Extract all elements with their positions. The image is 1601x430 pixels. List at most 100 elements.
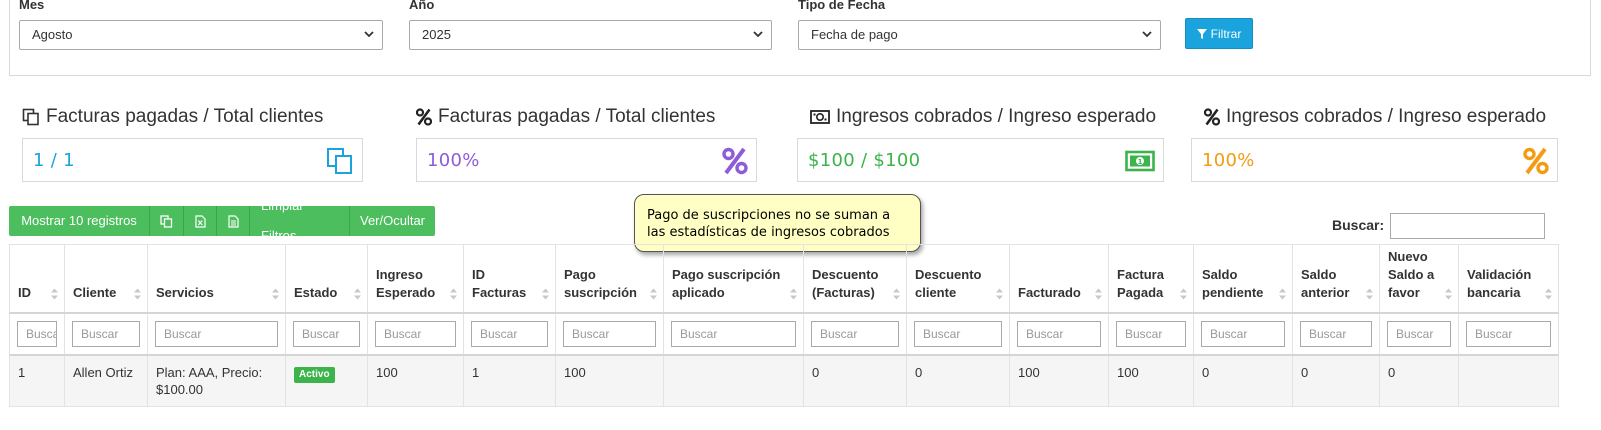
stat-box-paid-invoices: 1 / 1	[22, 138, 363, 182]
column-header[interactable]: Descuento cliente	[906, 244, 1010, 314]
column-search-input[interactable]: Buscar	[17, 320, 57, 347]
column-header-label: Validación	[1467, 266, 1532, 282]
column-filter-cell: Buscar	[1108, 312, 1194, 356]
cell-facturado: 100	[1009, 354, 1109, 407]
percent-icon	[416, 108, 432, 126]
export-excel-button[interactable]	[184, 206, 217, 236]
column-header-label: Descuento	[915, 266, 982, 282]
column-search-input[interactable]: Buscar	[1017, 320, 1101, 347]
column-header[interactable]: Facturado	[1009, 244, 1109, 314]
sort-icon	[1545, 288, 1552, 299]
toggle-columns-button[interactable]: Ver/Ocultar	[350, 206, 435, 236]
copy-icon	[327, 148, 352, 174]
column-filter-cell: Buscar	[147, 312, 286, 356]
cell-validacion-bancaria	[1458, 354, 1559, 407]
cell-estado: Activo	[285, 354, 368, 407]
column-header[interactable]: Ingreso Esperado	[367, 244, 464, 314]
cell-ingreso-esperado: 100	[367, 354, 464, 407]
column-header-label: Facturado	[1018, 284, 1081, 300]
cell-saldo-pendiente: 0	[1193, 354, 1293, 407]
year-label: Año	[409, 0, 435, 12]
column-header[interactable]: Saldo pendiente	[1193, 244, 1293, 314]
column-header-label: bancaria	[1467, 284, 1521, 300]
sort-icon	[134, 288, 141, 299]
table-toolbar: Mostrar 10 registros Limpiar Filtros Ver…	[9, 206, 435, 236]
clear-filters-button[interactable]: Limpiar Filtros	[250, 206, 350, 236]
column-search-input[interactable]: Buscar	[914, 320, 1002, 347]
column-search-input[interactable]: Buscar	[72, 320, 140, 347]
export-csv-button[interactable]	[217, 206, 250, 236]
column-header-label: (Facturas)	[812, 284, 875, 300]
month-select[interactable]: Agosto	[19, 20, 383, 50]
date-type-select[interactable]: Fecha de pago	[798, 20, 1161, 50]
column-search-input[interactable]: Buscar	[375, 320, 456, 347]
copy-button[interactable]	[150, 206, 184, 236]
column-search-input[interactable]: Buscar	[811, 320, 899, 347]
column-filter-cell: Buscar	[663, 312, 804, 356]
column-header[interactable]: Factura Pagada	[1108, 244, 1194, 314]
column-header[interactable]: Cliente	[64, 244, 148, 314]
column-header[interactable]: Pago suscripción aplicado	[663, 244, 804, 314]
money-icon	[810, 110, 830, 124]
sort-icon	[450, 288, 457, 299]
chevron-down-icon	[364, 31, 374, 38]
column-filter-cell: Buscar	[1292, 312, 1380, 356]
percent-icon	[722, 147, 748, 175]
column-search-input[interactable]: Buscar	[471, 320, 548, 347]
column-header[interactable]: Saldo anterior	[1292, 244, 1380, 314]
show-records-button[interactable]: Mostrar 10 registros	[9, 206, 150, 236]
sort-icon	[1095, 288, 1102, 299]
sort-icon	[650, 288, 657, 299]
column-header-label: Saldo	[1301, 266, 1337, 282]
column-search-input[interactable]: Buscar	[1387, 320, 1451, 347]
column-header-label: Cliente	[73, 284, 117, 300]
column-search-input[interactable]: Buscar	[563, 320, 656, 347]
month-filter-group: Mes Agosto	[19, 0, 383, 50]
column-header[interactable]: Descuento (Facturas)	[803, 244, 907, 314]
search-label: Buscar:	[1332, 217, 1385, 233]
sort-icon	[893, 288, 900, 299]
month-label: Mes	[19, 0, 45, 12]
cell-saldo-anterior: 0	[1292, 354, 1380, 407]
money-icon: 1	[1125, 150, 1155, 172]
column-search-input[interactable]: Buscar	[155, 320, 278, 347]
sort-icon	[354, 288, 361, 299]
stat-value-paid-invoices: 1 / 1	[33, 150, 75, 171]
stat-box-income-percent: 100%	[1191, 138, 1558, 182]
column-header[interactable]: Estado	[285, 244, 368, 314]
column-search-input[interactable]: Buscar	[1466, 320, 1551, 347]
column-search-input[interactable]: Buscar	[1116, 320, 1186, 347]
copy-icon	[160, 214, 173, 228]
column-header[interactable]: Nuevo Saldo a favor	[1379, 244, 1459, 314]
column-header[interactable]: ID	[9, 244, 65, 314]
column-search-input[interactable]: Buscar	[671, 320, 796, 347]
stat-title-paid-invoices-percent: Facturas pagadas / Total clientes	[416, 106, 715, 128]
column-header-label: Saldo	[1202, 266, 1238, 282]
status-badge: Activo	[294, 366, 335, 383]
column-filter-cell: Buscar	[9, 312, 65, 356]
date-type-select-value: Fecha de pago	[811, 27, 898, 42]
sort-icon	[51, 288, 58, 299]
cell-pago-suscripcion: 100	[555, 354, 664, 407]
column-filter-cell: Buscar	[906, 312, 1010, 356]
percent-icon	[1204, 108, 1220, 126]
column-header[interactable]: Validación bancaria	[1458, 244, 1559, 314]
column-search-input[interactable]: Buscar	[293, 320, 360, 347]
column-filter-cell: Buscar	[555, 312, 664, 356]
column-search-input[interactable]: Buscar	[1201, 320, 1285, 347]
column-header-label: cliente	[915, 284, 957, 300]
sort-icon	[996, 288, 1003, 299]
file-text-icon	[227, 214, 239, 228]
year-select[interactable]: 2025	[409, 20, 772, 50]
search-input[interactable]	[1390, 213, 1545, 239]
stat-title-income: Ingresos cobrados / Ingreso esperado	[810, 106, 1156, 128]
stat-value-income: $100 / $100	[808, 150, 921, 171]
filter-button-label: Filtrar	[1210, 26, 1242, 41]
filter-button[interactable]: Filtrar	[1185, 18, 1253, 49]
column-header[interactable]: Pago suscripción	[555, 244, 664, 314]
cell-id-facturas: 1	[463, 354, 556, 407]
column-header-label: suscripción	[564, 284, 637, 300]
column-header[interactable]: ID Facturas	[463, 244, 556, 314]
column-header[interactable]: Servicios	[147, 244, 286, 314]
column-search-input[interactable]: Buscar	[1300, 320, 1372, 347]
